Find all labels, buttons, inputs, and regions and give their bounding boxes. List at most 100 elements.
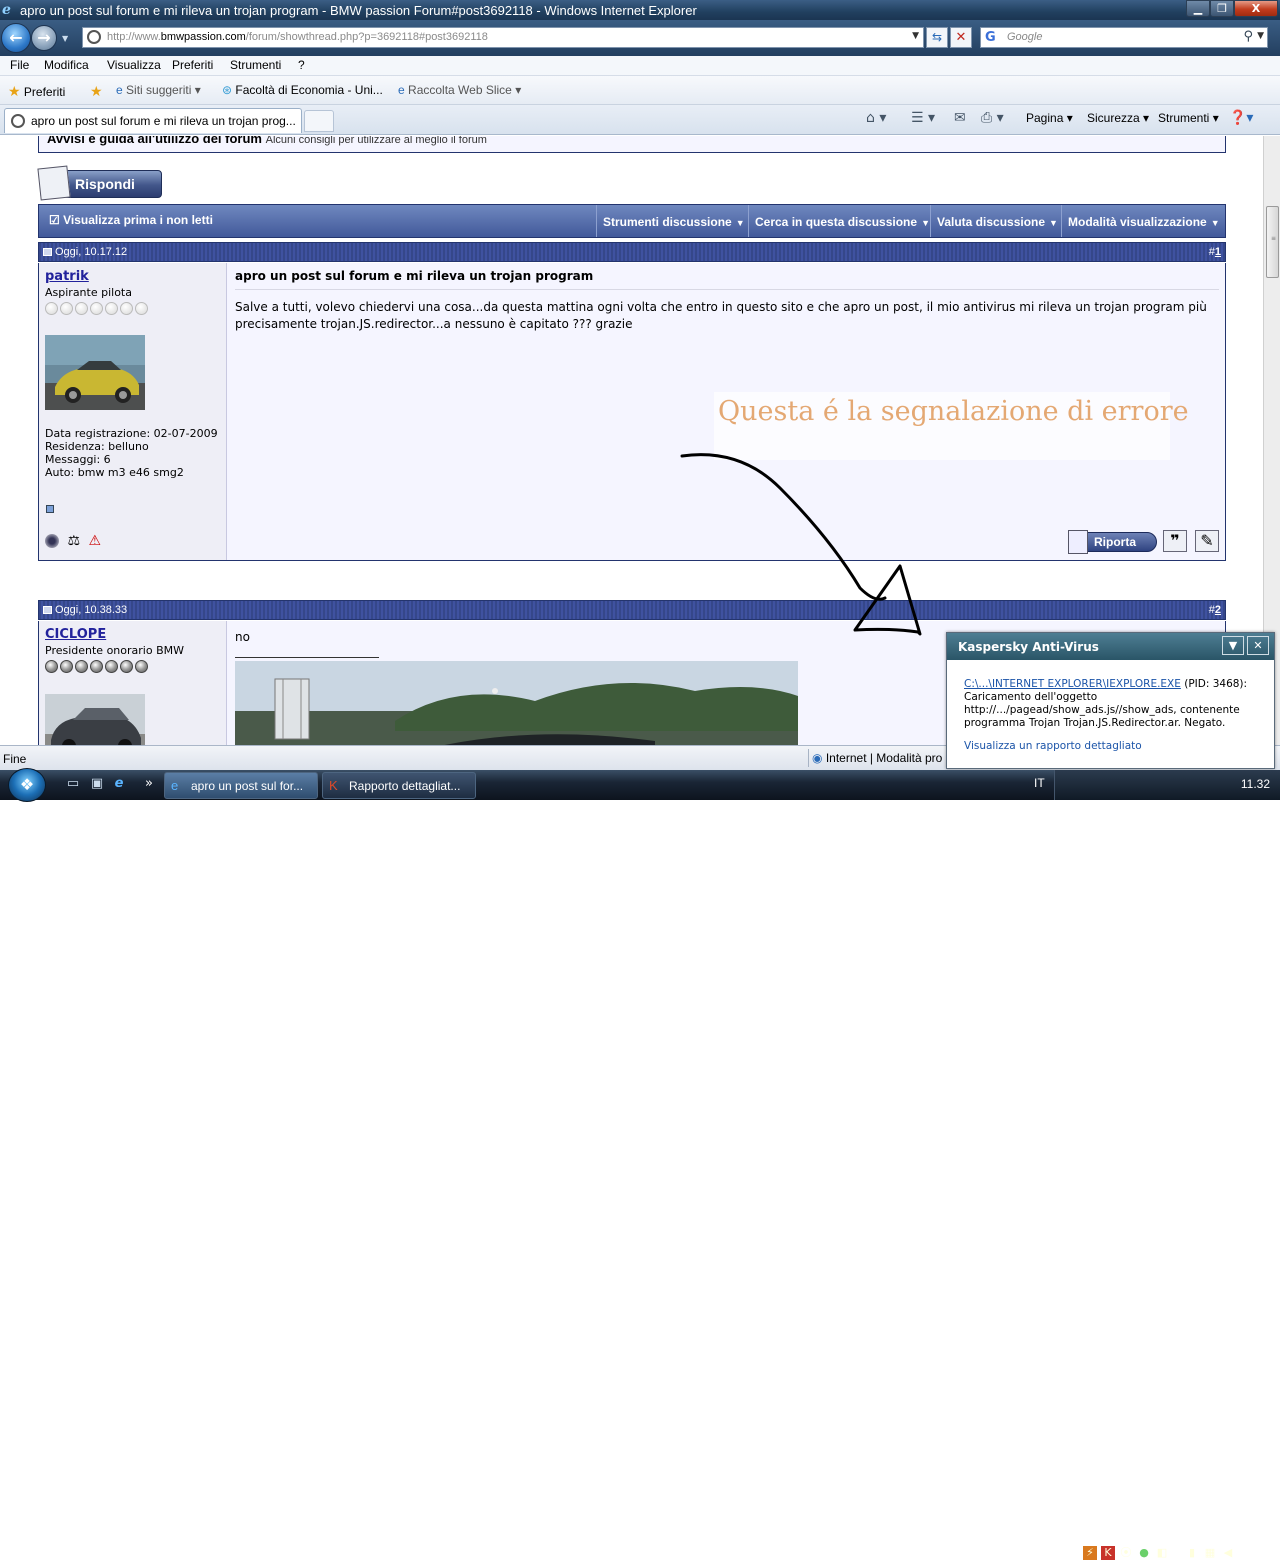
arrow-drawing [680, 453, 922, 636]
scroll-thumb[interactable]: ≡ [1266, 206, 1279, 278]
detailed-report-link[interactable]: Visualizza un rapporto dettagliato [964, 740, 1142, 752]
process-path-link[interactable]: C:\...\INTERNET EXPLORER\IEXPLORE.EXE [964, 678, 1181, 690]
google-icon: G [985, 30, 996, 45]
switch-windows-icon[interactable]: ▣ [88, 776, 106, 792]
clock[interactable]: 11.32 [1241, 777, 1270, 791]
display-mode-menu[interactable]: Modalità visualizzazione ▼ [1061, 205, 1226, 237]
ie-quicklaunch-icon[interactable]: e [110, 776, 128, 792]
reply-button[interactable]: Rispondi [37, 165, 162, 201]
tray-app-icon[interactable]: ⚡ [1083, 1546, 1097, 1560]
close-button[interactable]: X [1234, 0, 1278, 17]
taskbar-button-ie[interactable]: e apro un post sul for... [164, 772, 318, 799]
minimize-button[interactable]: ▁ [1186, 0, 1210, 17]
cmd-pagina[interactable]: Pagina ▾ [1026, 111, 1073, 125]
menu-help[interactable]: ? [298, 58, 305, 72]
volume-icon[interactable]: ◀ [1221, 1546, 1235, 1560]
tray-icon-5[interactable]: ◧ [1155, 1546, 1169, 1560]
network-tray-icon[interactable]: ⦿ [1119, 1546, 1133, 1560]
forum-notice: Avvisi e guida all'utilizzo del forum Al… [38, 136, 1226, 153]
history-dropdown-icon[interactable]: ▼ [62, 34, 68, 43]
add-favorite-button[interactable]: ★ [90, 83, 103, 100]
report-warning-icon[interactable]: ⚠ [88, 533, 101, 549]
cmd-sicurezza[interactable]: Sicurezza ▾ [1087, 111, 1149, 125]
add-star-icon: ★ [90, 83, 103, 99]
username[interactable]: CICLOPE [45, 627, 106, 642]
security-tray-icon[interactable]: ● [1137, 1546, 1151, 1560]
search-dropdown-icon[interactable]: ▼ [1257, 31, 1264, 41]
report-icon [1068, 530, 1088, 554]
username[interactable]: patrik [45, 269, 89, 284]
cmd-strumenti[interactable]: Strumenti ▾ [1158, 111, 1219, 125]
search-icon[interactable]: ⚲ [1243, 29, 1253, 44]
refresh-button[interactable]: ⇆ [926, 27, 948, 48]
rate-thread-menu[interactable]: Valuta discussione ▼ [930, 205, 1061, 237]
notice-title[interactable]: Avvisi e guida all'utilizzo del forum [47, 136, 262, 146]
home-icon[interactable]: ⌂ ▾ [866, 110, 886, 126]
globe-icon: ◉ [812, 751, 823, 765]
kaspersky-close-button[interactable]: ✕ [1247, 636, 1269, 655]
mail-icon[interactable]: ✉ [954, 110, 966, 126]
menu-modifica[interactable]: Modifica [44, 58, 89, 72]
edit-button[interactable]: ✎ [1195, 530, 1219, 552]
forward-button[interactable]: → [31, 25, 57, 51]
back-button[interactable]: ← [1, 23, 31, 53]
post-number[interactable]: #1 [1209, 246, 1221, 258]
start-button[interactable]: ❖ [8, 768, 46, 802]
feeds-icon[interactable]: ☰ ▾ [911, 110, 935, 126]
kaspersky-notification: Kaspersky Anti-Virus ▼ ✕ C:\...\INTERNET… [946, 632, 1275, 769]
web-slice-gallery[interactable]: e Raccolta Web Slice ▾ [398, 83, 521, 97]
user-info: Data registrazione: 02-07-2009 Residenza… [45, 427, 218, 479]
post-header-2: Oggi, 10.38.33 #2 [38, 600, 1226, 620]
stop-button[interactable]: ✕ [950, 27, 972, 48]
new-tab-button[interactable] [304, 110, 334, 132]
quicklaunch-more-icon[interactable]: » [140, 776, 158, 792]
report-button[interactable]: Riporta [1068, 530, 1157, 554]
kaspersky-tray-icon[interactable]: K [1101, 1546, 1115, 1560]
unread-first-link[interactable]: ☑ Visualizza prima i non letti [49, 213, 213, 227]
search-box[interactable]: G Google ⚲ ▼ [980, 27, 1268, 48]
favorites-button[interactable]: ★ Preferiti [8, 83, 65, 100]
post-icon [43, 248, 52, 256]
post-title: apro un post sul forum e mi rileva un tr… [235, 269, 594, 283]
tab-active[interactable]: apro un post sul forum e mi rileva un tr… [4, 108, 302, 133]
tray-expand-icon[interactable]: ‹ [1065, 1546, 1079, 1560]
post-number[interactable]: #2 [1209, 604, 1221, 616]
windows-logo-icon: ❖ [19, 775, 35, 794]
suggested-sites[interactable]: e Siti suggeriti ▾ [116, 83, 201, 97]
security-zone[interactable]: ◉ Internet | Modalità pro [812, 751, 942, 765]
status-text: Fine [3, 752, 27, 766]
language-indicator[interactable]: IT [1034, 776, 1045, 790]
menu-visualizza[interactable]: Visualizza [107, 58, 161, 72]
post-date: Oggi, 10.17.12 [55, 246, 128, 258]
network-icon[interactable]: ▦ [1203, 1546, 1217, 1560]
avatar [45, 335, 145, 410]
taskbar-button-report[interactable]: K Rapporto dettagliat... [322, 772, 476, 799]
tab-page-icon [11, 114, 25, 128]
menu-strumenti[interactable]: Strumenti [230, 58, 281, 72]
quote-button[interactable]: ❞ [1163, 530, 1187, 552]
post-body: Salve a tutti, volevo chiedervi una cosa… [235, 300, 1207, 331]
print-icon[interactable]: ⎙ ▾ [981, 110, 1004, 126]
online-status-icon[interactable] [45, 534, 59, 548]
thread-tools-menu[interactable]: Strumenti discussione ▼ [596, 205, 748, 237]
thread-search-menu[interactable]: Cerca in questa discussione ▼ [748, 205, 930, 237]
show-desktop-icon[interactable]: ▭ [64, 776, 82, 792]
fav-facolta[interactable]: ⊛ Facoltà di Economia - Uni... [222, 83, 383, 97]
ie-icon: e [2, 2, 11, 18]
reputation-icons [45, 302, 150, 318]
menu-file[interactable]: File [10, 58, 29, 72]
kaspersky-icon: K [329, 778, 338, 793]
user-rank: Presidente onorario BMW [45, 644, 184, 657]
status-indicator-icon [46, 505, 54, 513]
menu-preferiti[interactable]: Preferiti [172, 58, 213, 72]
maximize-button[interactable]: ❐ [1210, 0, 1234, 17]
battery-icon[interactable]: ▮ [1185, 1546, 1199, 1560]
address-bar[interactable]: http://www.bmwpassion.com/forum/showthre… [82, 27, 924, 48]
reputation-icon[interactable]: ⚖ [67, 533, 80, 549]
address-dropdown-icon[interactable]: ▼ [912, 31, 919, 41]
help-icon[interactable]: ❓▾ [1229, 110, 1253, 126]
kaspersky-menu-button[interactable]: ▼ [1222, 636, 1244, 655]
ie-small-icon: e [116, 83, 123, 97]
address-toolbar: ← → ▼ http://www.bmwpassion.com/forum/sh… [0, 20, 1280, 56]
signature-divider [235, 657, 379, 658]
